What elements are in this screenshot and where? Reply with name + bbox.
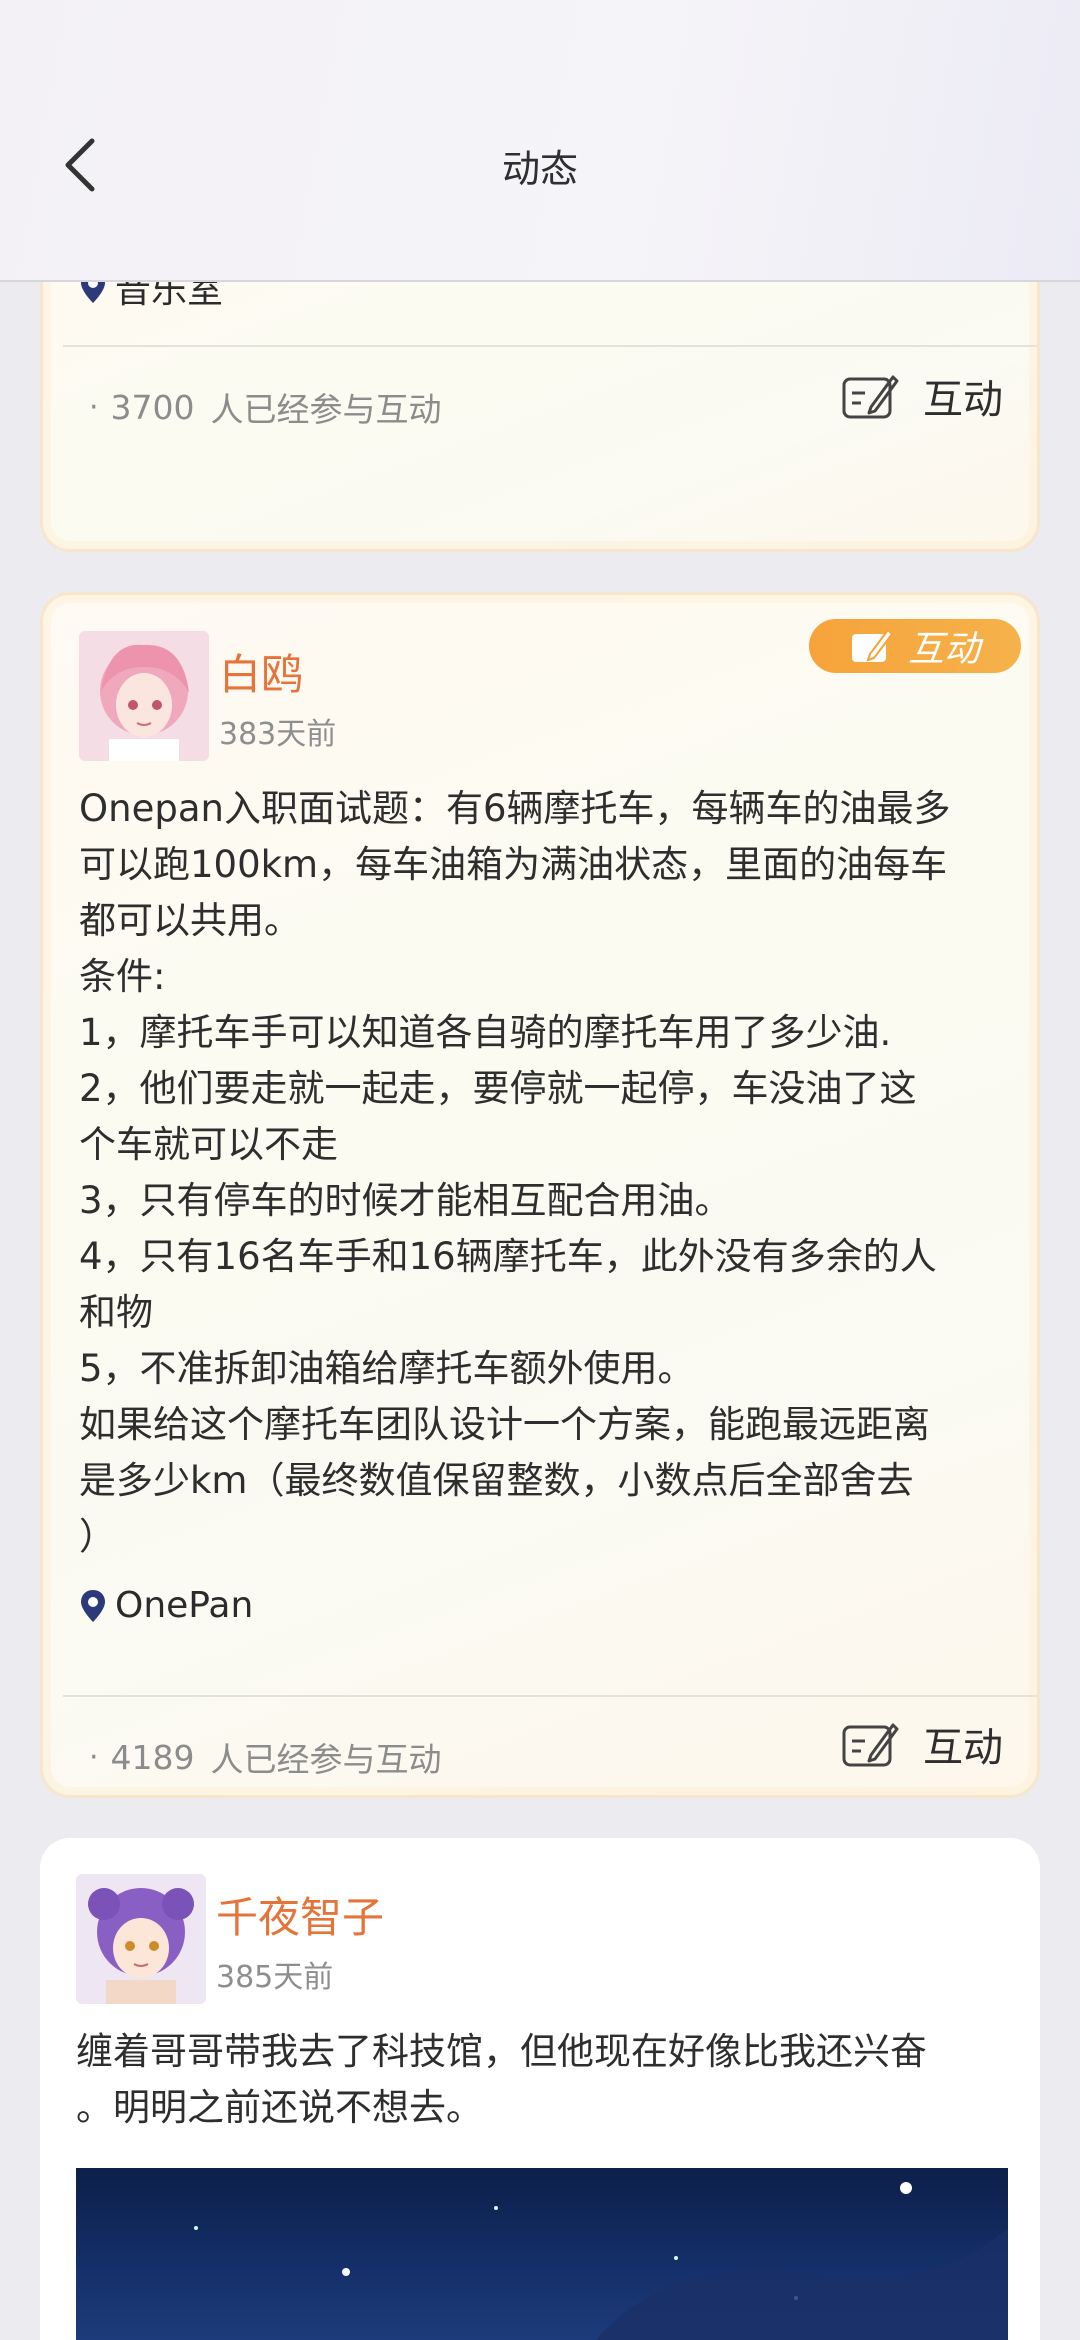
top-bar: 动态: [0, 0, 1080, 282]
post-time: 385天前: [216, 1960, 334, 1995]
location-label: OnePan: [115, 1585, 254, 1626]
participants-count: 4189: [110, 1737, 195, 1777]
edit-note-icon: [842, 375, 899, 419]
interact-label: 互动: [923, 1725, 1003, 1771]
participants-info: · 3700 人已经参与互动: [89, 383, 442, 431]
edit-note-icon: [842, 1723, 899, 1767]
interact-badge[interactable]: 互动: [809, 619, 1021, 673]
interact-button[interactable]: 互动: [841, 367, 1003, 425]
interact-button[interactable]: 互动: [841, 1715, 1003, 1773]
participants-info: · 4189 人已经参与互动: [89, 1733, 442, 1781]
username[interactable]: 白鸥: [219, 641, 303, 702]
post-card[interactable]: 白鸥 383天前 互动 Onepan入职面试题：有6辆摩托车，每辆车的油最多 可…: [40, 592, 1040, 1798]
post-card[interactable]: 千夜智子 385天前 缠着哥哥带我去了科技馆，但他现在好像比我还兴奋 。明明之前…: [40, 1838, 1040, 2340]
post-content: Onepan入职面试题：有6辆摩托车，每辆车的油最多 可以跑100km，每车油箱…: [79, 787, 951, 1558]
location-tag[interactable]: OnePan: [79, 1585, 253, 1626]
participants-label: 人已经参与互动: [210, 390, 442, 429]
post-content: 缠着哥哥带我去了科技馆，但他现在好像比我还兴奋 。明明之前还说不想去。: [76, 2030, 927, 2129]
divider: [63, 1695, 1037, 1697]
bullet-icon: ·: [89, 389, 99, 425]
bullet-icon: ·: [89, 1739, 99, 1775]
avatar[interactable]: [79, 631, 209, 761]
participants-count: 3700: [110, 387, 195, 427]
edit-note-icon: [851, 628, 894, 662]
divider: [63, 345, 1037, 347]
badge-label: 互动: [907, 629, 980, 670]
username[interactable]: 千夜智子: [216, 1884, 384, 1945]
interact-label: 互动: [923, 377, 1003, 423]
post-time: 383天前: [219, 717, 337, 752]
participants-label: 人已经参与互动: [210, 1740, 442, 1779]
avatar[interactable]: [76, 1874, 206, 2004]
page-title: 动态: [501, 147, 578, 191]
location-pin-icon: [81, 1589, 105, 1622]
post-image[interactable]: [76, 2168, 1008, 2340]
